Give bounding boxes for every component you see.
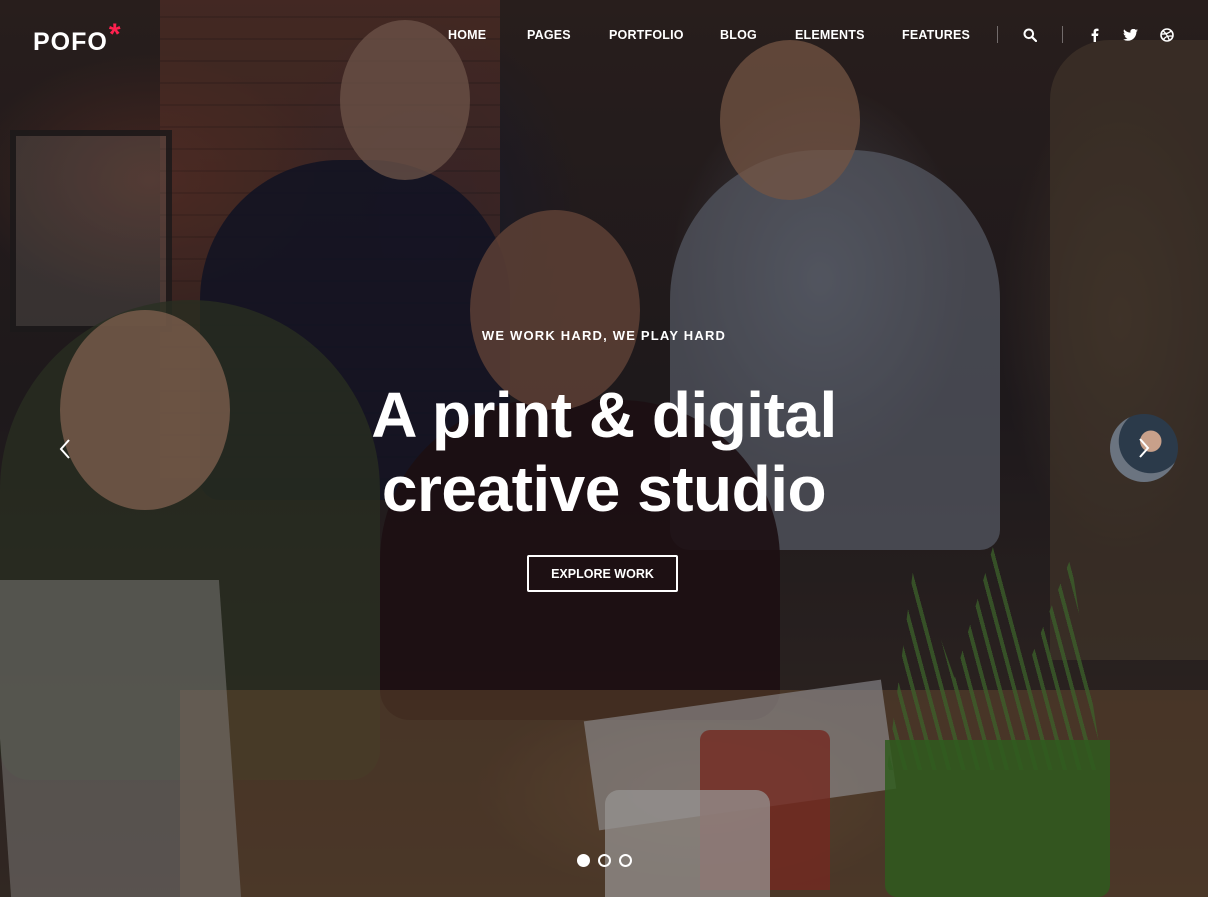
nav-item-portfolio[interactable]: PORTFOLIO [609, 28, 684, 42]
chevron-right-icon [1136, 436, 1152, 460]
slider-pagination [0, 854, 1208, 867]
nav-divider [997, 26, 998, 43]
twitter-icon[interactable] [1121, 26, 1139, 44]
slider-dot-1[interactable] [576, 854, 590, 867]
search-icon[interactable] [1021, 26, 1039, 44]
nav-item-pages[interactable]: PAGES [527, 28, 571, 42]
hero-headline: A print & digital creative studio [0, 378, 1208, 526]
hero-tagline: WE WORK HARD, WE PLAY HARD [481, 328, 727, 343]
nav-item-features[interactable]: FEATURES [902, 28, 970, 42]
slider-dot-3[interactable] [618, 854, 632, 867]
social-divider [1062, 26, 1063, 43]
hero-headline-line2: creative studio [381, 453, 827, 525]
slider-dot-2[interactable] [597, 854, 611, 867]
facebook-icon[interactable] [1085, 26, 1103, 44]
next-slide-thumbnail[interactable] [1110, 414, 1178, 482]
nav-item-home[interactable]: HOME [448, 28, 486, 42]
explore-work-button[interactable]: EXPLORE WORK [527, 555, 678, 592]
chevron-left-icon[interactable] [56, 437, 76, 461]
nav-item-elements[interactable]: ELEMENTS [795, 28, 865, 42]
hero-headline-line1: A print & digital [371, 379, 837, 451]
dribbble-icon[interactable] [1158, 26, 1176, 44]
nav-item-blog[interactable]: BLOG [720, 28, 757, 42]
